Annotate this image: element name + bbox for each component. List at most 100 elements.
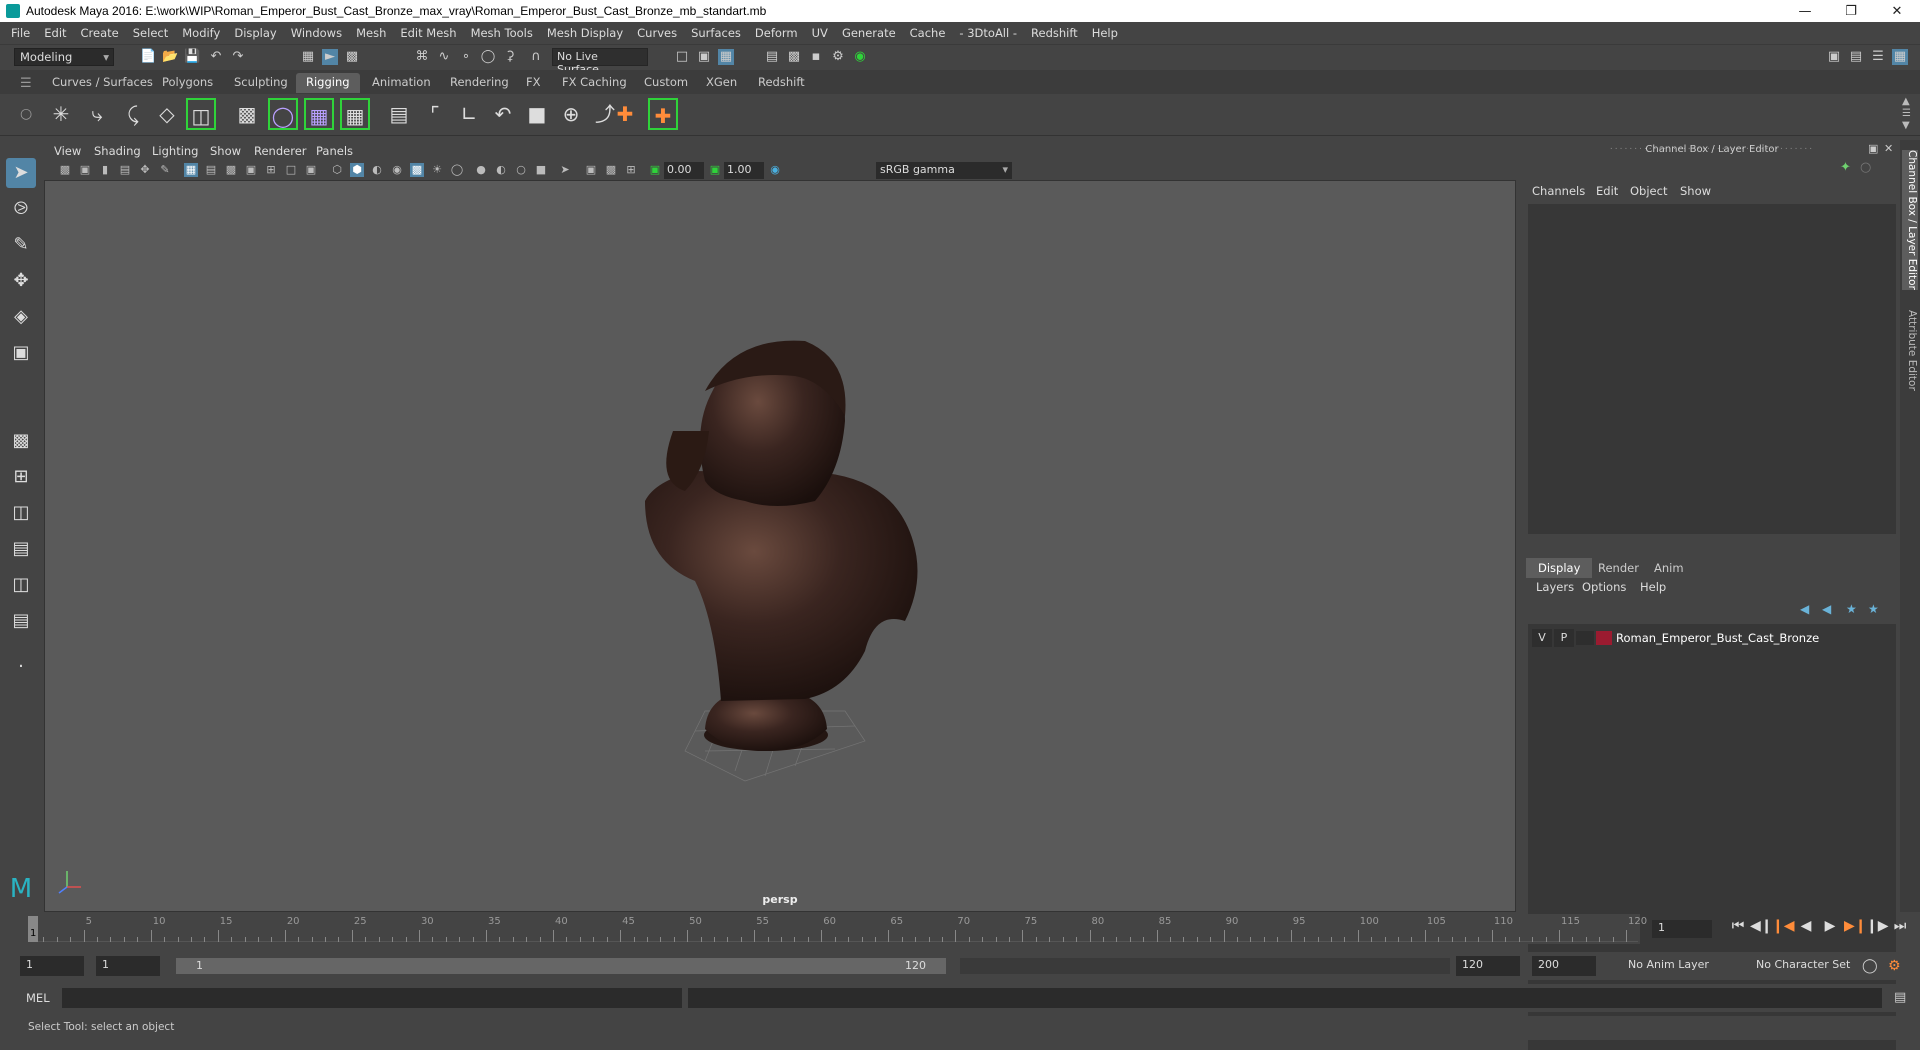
- vp-menu-renderer[interactable]: Renderer: [254, 144, 307, 158]
- character-set-select[interactable]: No Character Set: [1748, 956, 1858, 976]
- multisample-icon[interactable]: ◐: [494, 163, 508, 177]
- xray-active-icon[interactable]: ▩: [604, 163, 618, 177]
- time-ruler[interactable]: 1 5 10 15 20 25 30 35 40 45 50 55 60 65 70 75 80 85 90 95 1…: [28, 916, 1647, 942]
- menu-uv[interactable]: UV: [805, 26, 835, 40]
- safe-action-icon[interactable]: □: [284, 163, 298, 177]
- tab-rigging[interactable]: Rigging: [296, 73, 360, 93]
- speed-icon[interactable]: ○: [1860, 160, 1871, 175]
- shelf-scroll-icon[interactable]: ▲ ☰ ▼: [1902, 96, 1911, 132]
- menu-mesh[interactable]: Mesh: [349, 26, 393, 40]
- layer-menu-help[interactable]: Help: [1640, 580, 1666, 594]
- tab-curves-surfaces[interactable]: Curves / Surfaces: [42, 73, 163, 93]
- go-to-start-icon[interactable]: ⏮: [1728, 918, 1748, 938]
- layer-menu-layers[interactable]: Layers: [1536, 580, 1574, 594]
- construction-history-icon[interactable]: ▦: [718, 49, 734, 65]
- close-icon[interactable]: ✕: [1874, 4, 1920, 19]
- wire-on-shaded-icon[interactable]: ◐: [370, 163, 384, 177]
- grid-icon[interactable]: ▦: [184, 163, 198, 177]
- snap-curve-icon[interactable]: ∿: [436, 49, 452, 65]
- auto-key-icon[interactable]: ◯: [1862, 958, 1878, 974]
- menu-create[interactable]: Create: [74, 26, 126, 40]
- wireframe-icon[interactable]: ⬡: [330, 163, 344, 177]
- menu-modify[interactable]: Modify: [175, 26, 227, 40]
- menu-curves[interactable]: Curves: [630, 26, 684, 40]
- tab-xgen[interactable]: XGen: [696, 73, 747, 93]
- menu-select[interactable]: Select: [126, 26, 175, 40]
- undo-icon[interactable]: ↶: [208, 49, 224, 65]
- snap-live-icon[interactable]: ⚳: [502, 49, 518, 65]
- select-object-icon[interactable]: ►: [322, 49, 338, 65]
- side-by-side-icon[interactable]: ◫: [6, 498, 36, 528]
- show-attribute-icon[interactable]: ☰: [1870, 49, 1886, 65]
- layer-playback-toggle[interactable]: P: [1554, 629, 1574, 647]
- depth-of-field-icon[interactable]: ○: [514, 163, 528, 177]
- render-settings-icon[interactable]: ⚙: [830, 49, 846, 65]
- shelf-menu-icon[interactable]: ☰: [20, 76, 32, 91]
- bind-skin-icon[interactable]: ◯: [268, 98, 298, 130]
- output-ops-icon[interactable]: ▣: [696, 49, 712, 65]
- close-panel-icon[interactable]: ✕: [1884, 142, 1893, 155]
- motion-blur-icon[interactable]: ●: [474, 163, 488, 177]
- cb-menu-channels[interactable]: Channels: [1532, 184, 1585, 198]
- vp-menu-view[interactable]: View: [54, 144, 81, 158]
- menu-edit[interactable]: Edit: [37, 26, 73, 40]
- redo-icon[interactable]: ↷: [230, 49, 246, 65]
- cb-menu-show[interactable]: Show: [1680, 184, 1711, 198]
- play-forward-icon[interactable]: ▶: [1820, 918, 1840, 938]
- outliner-layout-icon[interactable]: ▤: [6, 606, 36, 636]
- step-back-icon[interactable]: ◀❙: [1750, 918, 1773, 938]
- exposure-icon[interactable]: ▣: [648, 163, 662, 177]
- layer-row[interactable]: V P Roman_Emperor_Bust_Cast_Bronze: [1532, 628, 1892, 648]
- layout-dot-icon[interactable]: ·: [6, 652, 36, 682]
- menu-surfaces[interactable]: Surfaces: [684, 26, 748, 40]
- move-tool-icon[interactable]: ✥: [6, 266, 36, 296]
- safe-title-icon[interactable]: ▣: [304, 163, 318, 177]
- smooth-shade-icon[interactable]: ⬢: [350, 163, 364, 177]
- textured-icon[interactable]: ◉: [390, 163, 404, 177]
- menu-mesh-display[interactable]: Mesh Display: [540, 26, 630, 40]
- backface-icon[interactable]: ⊞: [624, 163, 638, 177]
- cluster-icon[interactable]: ▩: [232, 98, 262, 130]
- hypershade-icon[interactable]: ◉: [852, 49, 868, 65]
- screen-space-ao-icon[interactable]: ◯: [450, 163, 464, 177]
- rotate-tool-icon[interactable]: ◈: [6, 302, 36, 332]
- manipulator-icon[interactable]: ✦: [1840, 160, 1851, 175]
- exposure-field[interactable]: 0.00: [664, 162, 704, 179]
- menu-help[interactable]: Help: [1085, 26, 1125, 40]
- tab-fx-caching[interactable]: FX Caching: [552, 73, 637, 93]
- anim-layer-select[interactable]: No Anim Layer: [1620, 956, 1717, 976]
- film-gate-icon[interactable]: ▤: [204, 163, 218, 177]
- menu-deform[interactable]: Deform: [748, 26, 805, 40]
- single-perspective-icon[interactable]: ▩: [6, 426, 36, 456]
- snap-grid-icon[interactable]: ⌘: [414, 49, 430, 65]
- 2d-pan-icon[interactable]: ✥: [138, 163, 152, 177]
- tab-animation[interactable]: Animation: [362, 73, 441, 93]
- layer-color-swatch[interactable]: [1596, 631, 1612, 645]
- wire-icon[interactable]: ▦: [340, 98, 370, 130]
- new-layer-icon[interactable]: ★: [1868, 602, 1879, 616]
- shadows-icon[interactable]: ☀: [430, 163, 444, 177]
- restore-icon[interactable]: ❐: [1828, 4, 1874, 19]
- persp-graph-icon[interactable]: ▤: [6, 534, 36, 564]
- tab-anim[interactable]: Anim: [1642, 558, 1696, 578]
- tab-fx[interactable]: FX: [516, 73, 551, 93]
- menu-generate[interactable]: Generate: [835, 26, 903, 40]
- tab-rendering[interactable]: Rendering: [440, 73, 519, 93]
- tab-redshift[interactable]: Redshift: [748, 73, 815, 93]
- select-hierarchy-icon[interactable]: ▦: [300, 49, 316, 65]
- layer-menu-options[interactable]: Options: [1582, 580, 1626, 594]
- cb-menu-object[interactable]: Object: [1630, 184, 1667, 198]
- snap-point-icon[interactable]: ∘: [458, 49, 474, 65]
- layer-name[interactable]: Roman_Emperor_Bust_Cast_Bronze: [1616, 631, 1819, 645]
- orient-constraint-icon[interactable]: ↶: [488, 98, 518, 130]
- point-constraint-icon[interactable]: ∟: [454, 98, 484, 130]
- menu-file[interactable]: File: [4, 26, 37, 40]
- paint-select-icon[interactable]: ✎: [6, 230, 36, 260]
- menu-3dtoall[interactable]: - 3DtoAll -: [952, 26, 1024, 40]
- move-layer-up-icon[interactable]: ◀: [1800, 602, 1809, 616]
- layer-display-type[interactable]: [1576, 631, 1594, 645]
- cb-menu-edit[interactable]: Edit: [1596, 184, 1618, 198]
- tab-custom[interactable]: Custom: [634, 73, 698, 93]
- menu-cache[interactable]: Cache: [903, 26, 953, 40]
- animation-start-field[interactable]: 1: [20, 956, 84, 976]
